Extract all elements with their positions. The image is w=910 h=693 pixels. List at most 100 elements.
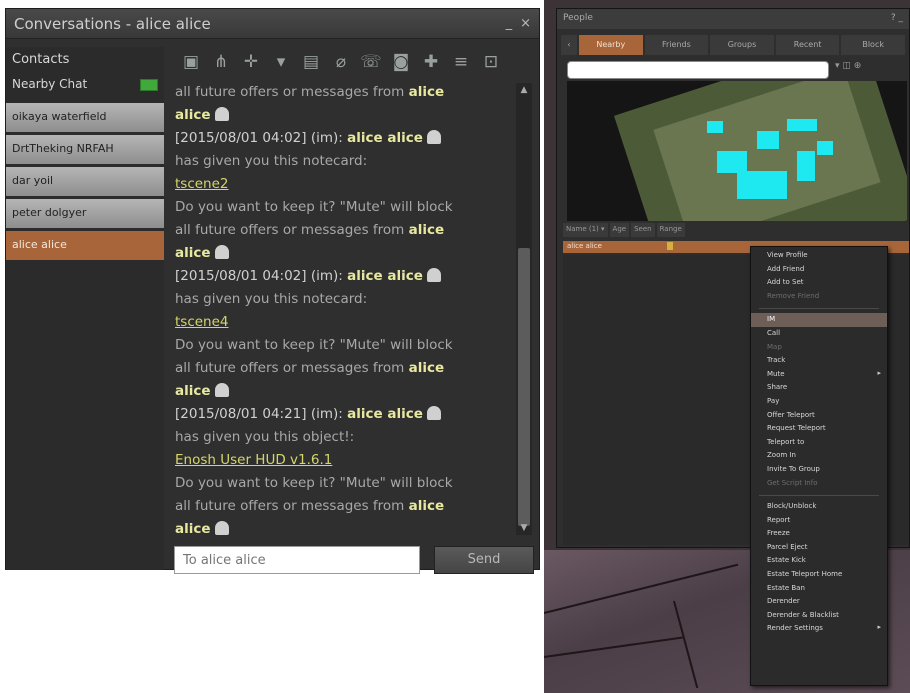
context-menu-item[interactable]: View Profile xyxy=(751,249,887,263)
contact-item[interactable]: DrtTheking NRFAH xyxy=(6,135,164,164)
person-icon[interactable] xyxy=(426,268,441,282)
sort-range-button[interactable]: Range xyxy=(656,223,685,237)
context-menu-item[interactable]: Pay xyxy=(751,395,887,409)
contact-item[interactable]: dar yoil xyxy=(6,167,164,196)
attach-icon[interactable]: ⌀ xyxy=(328,50,354,74)
context-menu-item[interactable]: Estate Teleport Home xyxy=(751,568,887,582)
context-menu-item[interactable]: Render Settings ▸ xyxy=(751,622,887,636)
options-icon[interactable]: ≡ xyxy=(448,50,474,74)
context-menu-item[interactable]: Freeze xyxy=(751,527,887,541)
people-titlebar[interactable]: People ? _ xyxy=(557,9,909,29)
scroll-up-icon[interactable]: ▲ xyxy=(519,85,529,95)
tab-nearby[interactable]: Nearby xyxy=(579,35,643,55)
person-icon[interactable] xyxy=(214,107,229,121)
context-menu-item[interactable]: IM xyxy=(751,313,887,327)
close-button[interactable]: × xyxy=(520,16,531,31)
person-icon[interactable] xyxy=(214,245,229,259)
context-menu-item[interactable]: Estate Ban xyxy=(751,582,887,596)
context-menu-item[interactable]: Add to Set xyxy=(751,276,887,290)
im-icon[interactable]: ◙ xyxy=(388,50,414,74)
sort-name-button[interactable]: Name (1) ▾ xyxy=(563,223,608,237)
chat-scrollbar[interactable]: ▲ ▼ xyxy=(516,83,532,535)
context-menu-item[interactable]: Share xyxy=(751,381,887,395)
chat-username[interactable]: alice xyxy=(409,222,445,238)
minimap[interactable] xyxy=(567,81,907,221)
contact-item[interactable]: alice alice xyxy=(6,231,164,260)
menu-item-label: Invite To Group xyxy=(767,464,820,473)
conversations-titlebar[interactable]: Conversations - alice alice _ × xyxy=(6,9,539,39)
chat-username[interactable]: alice alice xyxy=(347,268,423,284)
person-icon[interactable] xyxy=(426,406,441,420)
profile-icon[interactable]: ▣ xyxy=(178,50,204,74)
send-button[interactable]: Send xyxy=(434,546,534,574)
context-menu-item[interactable]: Zoom In xyxy=(751,449,887,463)
chat-line: [2015/08/01 04:21] (im): alice alice xyxy=(175,403,510,426)
context-menu-item[interactable]: Teleport to xyxy=(751,436,887,450)
context-menu-item[interactable]: Track xyxy=(751,354,887,368)
contacts-header[interactable]: Contacts xyxy=(6,47,164,71)
context-menu-item[interactable]: Report xyxy=(751,514,887,528)
tab-scroll-left[interactable]: ‹ xyxy=(561,35,577,55)
add-friend-icon[interactable]: ✚ xyxy=(418,50,444,74)
inventory-link[interactable]: tscene4 xyxy=(175,314,229,330)
menu-item-label: Request Teleport xyxy=(767,424,826,433)
context-menu-item[interactable]: Parcel Eject xyxy=(751,541,887,555)
menu-separator xyxy=(759,490,879,497)
people-window-controls[interactable]: ? _ xyxy=(891,13,903,25)
call-icon[interactable]: ☏ xyxy=(358,50,384,74)
context-menu-item[interactable]: Block/Unblock xyxy=(751,500,887,514)
chat-username[interactable]: alice alice xyxy=(347,406,423,422)
contact-item[interactable]: oikaya waterfield xyxy=(6,103,164,132)
contact-item[interactable]: peter dolgyer xyxy=(6,199,164,228)
pay-icon[interactable]: ▤ xyxy=(298,50,324,74)
scroll-down-icon[interactable]: ▼ xyxy=(519,523,529,533)
people-filter-icons[interactable]: ▾ ◫ ⊕ xyxy=(835,61,861,71)
chat-history[interactable]: all future offers or messages from alice… xyxy=(171,79,514,535)
expand-icon[interactable]: ⊡ xyxy=(478,50,504,74)
share-icon[interactable]: ✛ xyxy=(238,50,264,74)
context-menu-item[interactable]: Mute ▸ xyxy=(751,368,887,382)
chat-line: all future offers or messages from alice xyxy=(175,81,510,104)
menu-item-label: Report xyxy=(767,515,791,524)
context-menu-item[interactable]: Add Friend xyxy=(751,263,887,277)
context-menu-item[interactable]: Request Teleport xyxy=(751,422,887,436)
sort-age-button[interactable]: Age xyxy=(609,223,630,237)
inventory-link[interactable]: tscene2 xyxy=(175,176,229,192)
chat-username[interactable]: alice xyxy=(175,245,211,261)
chat-line: alice xyxy=(175,242,510,265)
context-menu-item[interactable]: Derender xyxy=(751,595,887,609)
contact-label: DrtTheking NRFAH xyxy=(12,142,114,155)
people-search-input[interactable] xyxy=(567,61,829,79)
minimize-button[interactable]: _ xyxy=(506,16,513,31)
context-menu-item[interactable]: Invite To Group xyxy=(751,463,887,477)
person-icon[interactable] xyxy=(214,521,229,535)
map-dot xyxy=(787,119,817,131)
chat-username[interactable]: alice alice xyxy=(347,130,423,146)
chat-username[interactable]: alice xyxy=(175,107,211,123)
chat-username[interactable]: alice xyxy=(409,84,445,100)
menu-item-label: Pay xyxy=(767,396,780,405)
tab-groups[interactable]: Groups xyxy=(710,35,774,55)
tab-friends[interactable]: Friends xyxy=(644,35,709,55)
dropdown-icon[interactable]: ▾ xyxy=(268,50,294,74)
context-menu-item[interactable]: Call xyxy=(751,327,887,341)
tab-block[interactable]: Block xyxy=(841,35,905,55)
context-menu-item[interactable]: Offer Teleport xyxy=(751,409,887,423)
chat-input[interactable] xyxy=(174,546,420,574)
chat-line: alice xyxy=(175,104,510,127)
chat-text: all future offers or messages from xyxy=(175,84,409,100)
teleport-icon[interactable]: ⋔ xyxy=(208,50,234,74)
chat-username[interactable]: alice xyxy=(409,360,445,376)
chat-username[interactable]: alice xyxy=(409,498,445,514)
contact-item[interactable]: Nearby Chat xyxy=(6,71,164,100)
person-icon[interactable] xyxy=(426,130,441,144)
tab-recent[interactable]: Recent xyxy=(775,35,840,55)
context-menu-item[interactable]: Derender & Blacklist xyxy=(751,609,887,623)
chat-username[interactable]: alice xyxy=(175,521,211,535)
chat-username[interactable]: alice xyxy=(175,383,211,399)
person-icon[interactable] xyxy=(214,383,229,397)
inventory-link[interactable]: Enosh User HUD v1.6.1 xyxy=(175,452,332,468)
sort-seen-button[interactable]: Seen xyxy=(631,223,655,237)
context-menu-item[interactable]: Estate Kick xyxy=(751,554,887,568)
scroll-thumb[interactable] xyxy=(518,248,530,526)
